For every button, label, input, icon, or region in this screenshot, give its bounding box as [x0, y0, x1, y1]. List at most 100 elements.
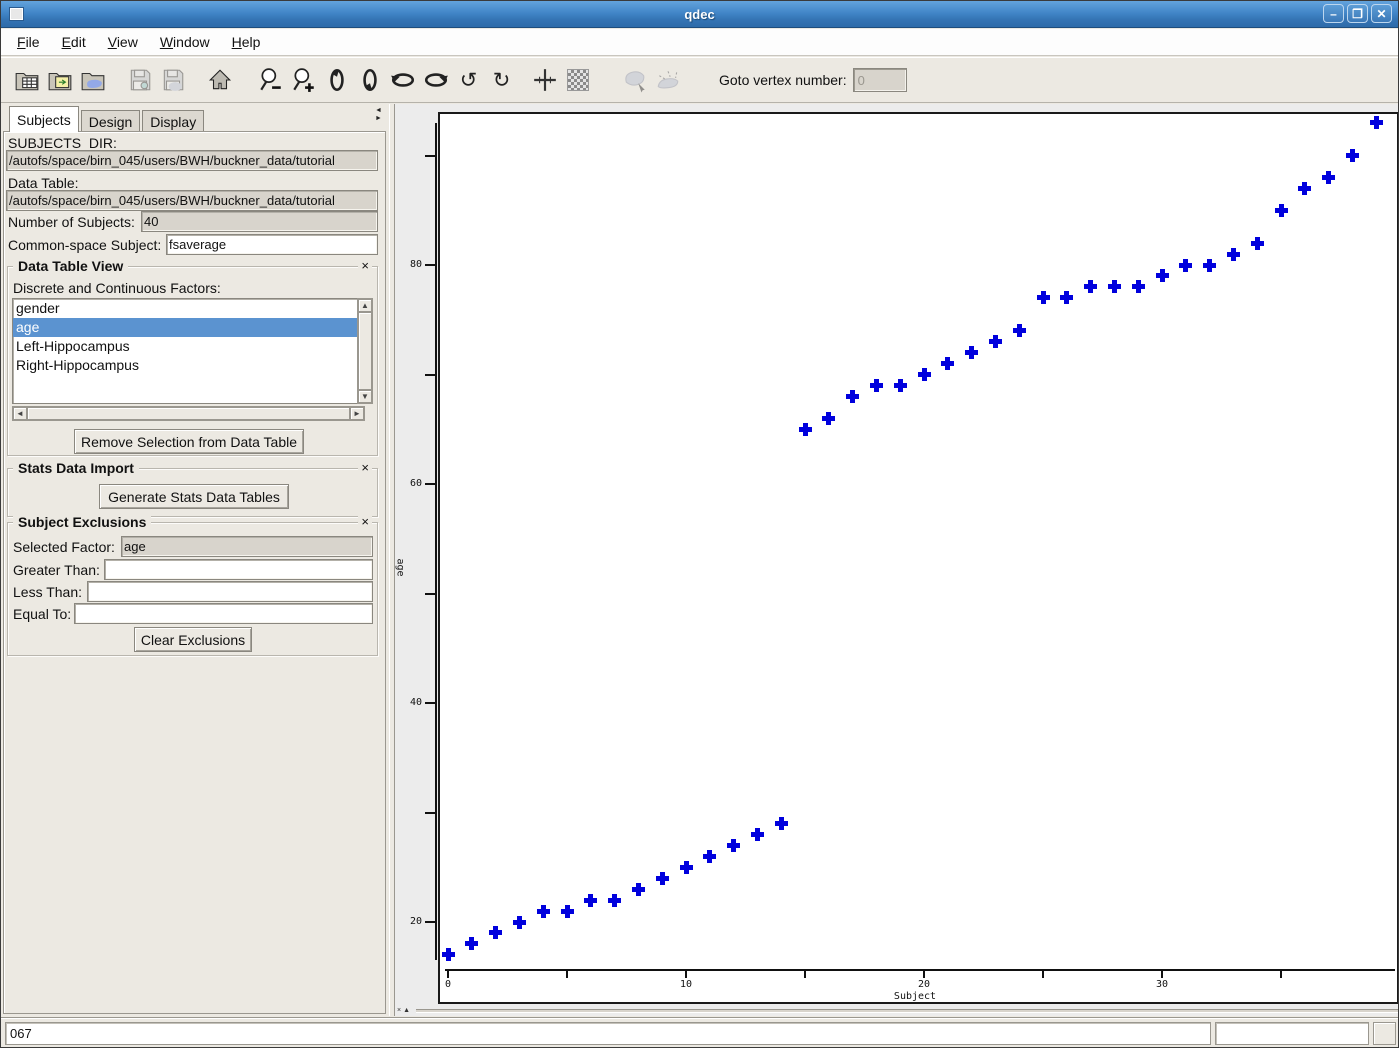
load-label-icon[interactable]: [79, 67, 106, 94]
tab-scroll-left-icon[interactable]: ◄: [375, 107, 385, 114]
subject-exclusions-title: Subject Exclusions: [13, 514, 151, 530]
menu-bar: File Edit View Window Help: [1, 29, 1398, 56]
less-than-field[interactable]: [87, 581, 373, 602]
data-point: [489, 926, 502, 939]
menu-view[interactable]: View: [104, 30, 142, 54]
plot-bottom-scrollbar[interactable]: × ▲: [395, 1005, 1399, 1016]
remove-selection-button[interactable]: Remove Selection from Data Table: [74, 429, 304, 454]
data-point: [513, 916, 526, 929]
greater-than-field[interactable]: [104, 559, 373, 580]
data-point: [1179, 259, 1192, 272]
load-data-table-icon[interactable]: [13, 67, 40, 94]
x-tick: [685, 971, 687, 978]
scroll-down-icon[interactable]: ▼: [358, 390, 372, 403]
list-item-gender[interactable]: gender: [13, 299, 364, 318]
data-point: [465, 937, 478, 950]
equal-to-field[interactable]: [74, 603, 373, 624]
load-project-icon[interactable]: [46, 67, 73, 94]
status-progress: [1215, 1022, 1369, 1045]
y-tick-label: 80: [396, 259, 422, 270]
rotate-right-icon[interactable]: [422, 67, 449, 94]
data-point: [608, 894, 621, 907]
data-table-view-close-icon[interactable]: ×: [358, 259, 372, 273]
rotate-cw-icon[interactable]: ↻: [488, 67, 515, 94]
list-item-age[interactable]: age: [13, 318, 364, 337]
menu-file[interactable]: File: [13, 30, 44, 54]
data-table-field[interactable]: /autofs/space/birn_045/users/BWH/buckner…: [6, 190, 378, 211]
data-point: [584, 894, 597, 907]
data-point: [799, 423, 812, 436]
data-point: [680, 861, 693, 874]
scroll-up-icon[interactable]: ▲: [358, 299, 372, 312]
factor-list-hscrollbar[interactable]: ◄ ►: [12, 406, 365, 421]
data-point: [632, 883, 645, 896]
rotate-down-icon[interactable]: [356, 67, 383, 94]
scatter-plot-pane: age Subject × ▲ 204060800102030: [395, 104, 1399, 1016]
data-point: [727, 839, 740, 852]
subjects-dir-field[interactable]: /autofs/space/birn_045/users/BWH/buckner…: [6, 150, 378, 171]
stats-data-import-close-icon[interactable]: ×: [358, 461, 372, 475]
checkerboard-icon[interactable]: [564, 67, 591, 94]
scroll-right-icon[interactable]: ►: [350, 407, 364, 420]
tab-subjects[interactable]: Subjects: [9, 106, 79, 132]
hscroll-thumb[interactable]: [27, 407, 350, 420]
menu-window[interactable]: Window: [156, 30, 214, 54]
tab-design[interactable]: Design: [81, 110, 141, 132]
minimize-button[interactable]: –: [1323, 4, 1344, 23]
y-minor-tick: [425, 374, 436, 376]
goto-vertex-label: Goto vertex number:: [719, 72, 847, 88]
home-icon[interactable]: [206, 67, 233, 94]
data-point: [1370, 116, 1383, 129]
data-table-view-group: Data Table View × Discrete and Continuou…: [7, 266, 378, 456]
plot-scroll-up-icon[interactable]: ▲: [403, 1007, 410, 1014]
subject-exclusions-close-icon[interactable]: ×: [358, 515, 372, 529]
x-minor-tick: [1280, 971, 1282, 978]
plot-close-icon[interactable]: ×: [397, 1007, 401, 1014]
clear-exclusions-button[interactable]: Clear Exclusions: [134, 627, 252, 652]
resize-grip[interactable]: [1373, 1022, 1396, 1045]
y-axis-line: [435, 123, 437, 960]
subject-exclusions-group: Subject Exclusions × Selected Factor: ag…: [7, 522, 378, 656]
data-point: [751, 828, 764, 841]
goto-vertex-input[interactable]: [853, 68, 907, 92]
title-bar: qdec – ❐ ✕: [1, 1, 1398, 28]
data-point: [1275, 204, 1288, 217]
common-space-field[interactable]: fsaverage: [166, 234, 378, 255]
x-tick-label: 10: [671, 979, 701, 990]
crosshair-icon[interactable]: [531, 67, 558, 94]
data-point: [1037, 291, 1050, 304]
num-subjects-field: 40: [141, 211, 378, 232]
status-bar: 067: [1, 1017, 1398, 1048]
vscroll-thumb[interactable]: [358, 312, 372, 390]
menu-help[interactable]: Help: [228, 30, 265, 54]
subjects-dir-label: SUBJECTS_DIR:: [8, 135, 117, 151]
rotate-left-icon[interactable]: [389, 67, 416, 94]
factor-list-vscrollbar[interactable]: ▲ ▼: [357, 298, 373, 404]
window-title: qdec: [1, 7, 1398, 22]
list-item-left-hippocampus[interactable]: Left-Hippocampus: [13, 337, 364, 356]
rotate-up-icon[interactable]: [323, 67, 350, 94]
menu-edit[interactable]: Edit: [58, 30, 90, 54]
y-minor-tick: [425, 812, 436, 814]
tab-display[interactable]: Display: [142, 110, 204, 132]
generate-stats-button[interactable]: Generate Stats Data Tables: [99, 484, 289, 509]
tab-scroll-arrows[interactable]: ◄ ►: [375, 107, 385, 122]
y-tick: [425, 264, 436, 266]
factor-list[interactable]: genderageLeft-HippocampusRight-Hippocamp…: [12, 298, 365, 404]
rotate-ccw-icon[interactable]: ↺: [455, 67, 482, 94]
tab-scroll-right-icon[interactable]: ►: [375, 115, 385, 122]
save-project-icon: [159, 67, 186, 94]
data-point: [1203, 259, 1216, 272]
maximize-button[interactable]: ❐: [1347, 4, 1368, 23]
status-message: 067: [5, 1022, 1211, 1045]
data-point: [1346, 149, 1359, 162]
list-item-right-hippocampus[interactable]: Right-Hippocampus: [13, 356, 364, 375]
plot-scroll-groove[interactable]: [416, 1009, 1398, 1013]
zoom-out-icon[interactable]: [257, 67, 284, 94]
close-button[interactable]: ✕: [1371, 4, 1392, 23]
data-point: [1156, 269, 1169, 282]
zoom-in-icon[interactable]: [290, 67, 317, 94]
scroll-left-icon[interactable]: ◄: [13, 407, 27, 420]
equal-to-label: Equal To:: [13, 606, 71, 622]
data-point: [846, 390, 859, 403]
